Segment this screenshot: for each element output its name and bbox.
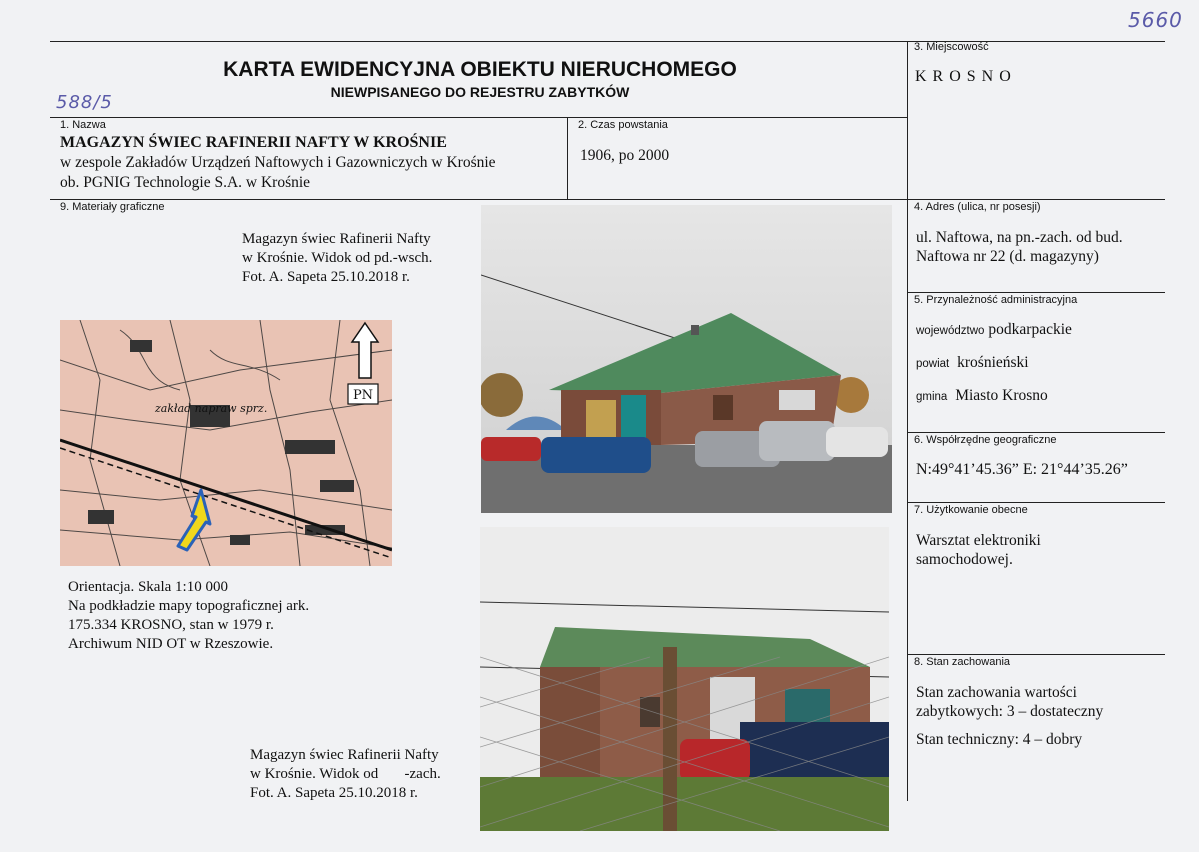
name-line3: ob. PGNIG Technologie S.A. w Krośnie [60,174,311,191]
admin-label: 5. Przynależność administracyjna [914,294,1078,306]
card-title: KARTA EWIDENCYJNA OBIEKTU NIERUCHOMEGO [223,58,737,81]
photo2-caption-line3: Fot. A. Sapeta 25.10.2018 r. [250,785,418,801]
locality-value: K R O S N O [915,68,1012,85]
map-caption-line3: 175.334 KROSNO, stan w 1979 r. [68,617,274,633]
handwritten-ref: 588/5 [56,92,113,113]
right-column-divider [907,41,908,801]
condition-label: 8. Stan zachowania [914,656,1011,668]
name-label: 1. Nazwa [60,119,106,131]
voivodeship-label: województwo [916,325,985,337]
name-line2: w zespole Zakładów Urządzeń Naftowych i … [60,154,496,171]
photo2-caption-line1: Magazyn świec Rafinerii Nafty [250,747,439,763]
condition-line2: zabytkowych: 3 – dostateczny [916,703,1104,720]
voivodeship-row: województwo podkarpackie [916,320,1072,341]
commune-row: gmina Miasto Krosno [916,386,1048,407]
card-subtitle: NIEWPISANEGO DO REJESTRU ZABYTKÓW [330,84,630,100]
created-value: 1906, po 2000 [580,147,670,164]
county-label: powiat [916,358,950,370]
divider-7 [907,502,1165,503]
photo2-caption-line2: w Krośnie. Widok od -zach. [250,766,441,782]
county-value: krośnieński [957,354,1029,371]
topographic-map: zakład napraw sprz. PN [60,320,392,566]
photo-southeast-view [481,205,892,513]
photo1-caption-line3: Fot. A. Sapeta 25.10.2018 r. [242,269,410,285]
north-label: PN [353,388,373,403]
coords-label: 6. Współrzędne geograficzne [914,434,1057,446]
name-time-divider [567,117,568,199]
voivodeship-value: podkarpackie [988,321,1072,338]
address-label: 4. Adres (ulica, nr posesji) [914,201,1041,213]
header-divider [50,117,907,118]
top-border [50,41,1165,42]
created-label: 2. Czas powstania [578,119,668,131]
handwritten-number: 5660 [1128,8,1183,32]
commune-label: gmina [916,391,948,403]
usage-label: 7. Użytkowanie obecne [914,504,1028,516]
condition-line3: Stan techniczny: 4 – dobry [916,731,1083,748]
photo2-drawing [480,527,889,831]
section-divider [50,199,1165,200]
address-line2: Naftowa nr 22 (d. magazyny) [916,248,1099,265]
condition-line1: Stan zachowania wartości [916,684,1077,701]
map-drawing: zakład napraw sprz. PN [60,320,392,566]
photo1-caption-line1: Magazyn świec Rafinerii Nafty [242,231,431,247]
photo1-caption-line2: w Krośnie. Widok od pd.-wsch. [242,250,433,266]
county-row: powiat krośnieński [916,353,1029,374]
locality-label: 3. Miejscowość [914,41,989,53]
map-caption-line4: Archiwum NID OT w Rzeszowie. [68,636,274,652]
map-text: zakład napraw sprz. [154,402,267,415]
map-caption-line2: Na podkładzie mapy topograficznej ark. [68,598,310,614]
name-title: MAGAZYN ŚWIEC RAFINERII NAFTY W KROŚNIE [60,134,447,151]
photo-northwest-view [480,527,889,831]
divider-6 [907,432,1165,433]
commune-value: Miasto Krosno [955,387,1048,404]
divider-8 [907,654,1165,655]
photo1-drawing [481,205,892,513]
usage-line2: samochodowej. [916,551,1013,568]
usage-line1: Warsztat elektroniki [916,532,1041,549]
graphics-label: 9. Materiały graficzne [60,201,165,213]
divider-5 [907,292,1165,293]
coords-value: N:49°41’45.36” E: 21°44’35.26” [916,461,1128,478]
address-line1: ul. Naftowa, na pn.-zach. od bud. [916,229,1123,246]
map-caption-line1: Orientacja. Skala 1:10 000 [68,579,228,595]
